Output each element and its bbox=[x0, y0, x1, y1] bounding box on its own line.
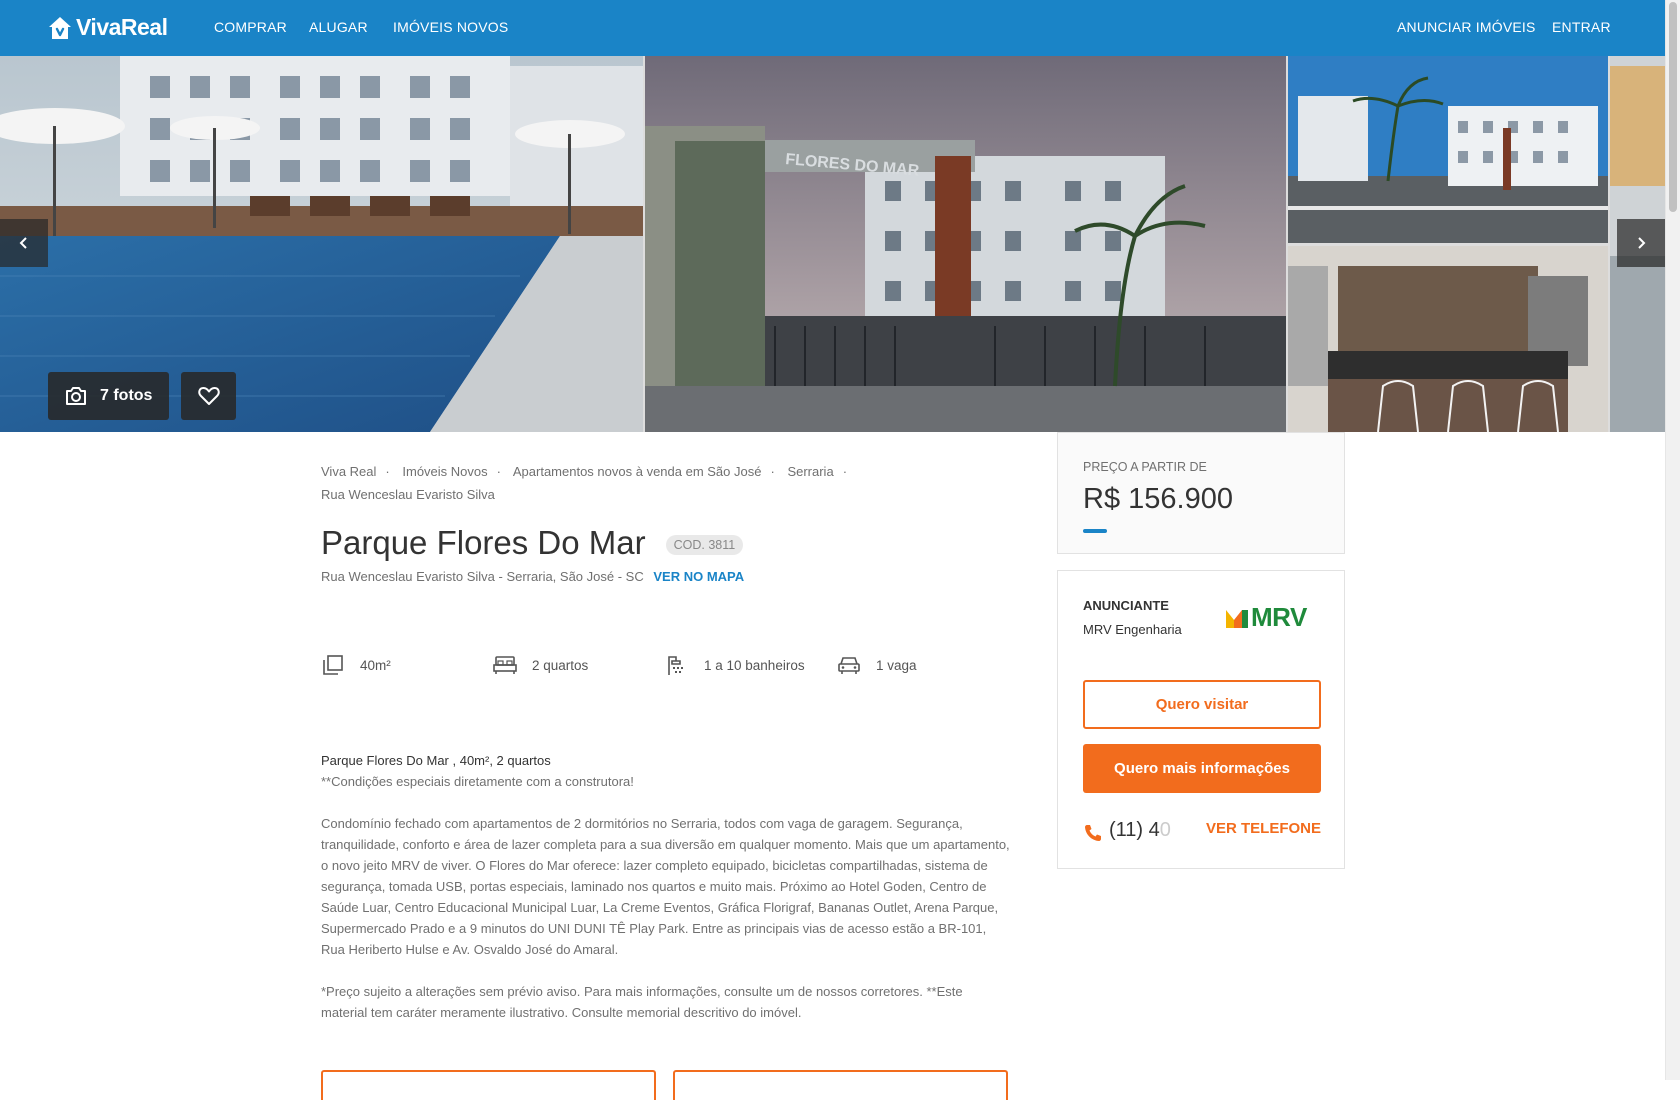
price-card: PREÇO A PARTIR DE R$ 156.900 bbox=[1057, 432, 1345, 554]
advertiser-label: ANUNCIANTE bbox=[1083, 598, 1169, 613]
listing-description: Parque Flores Do Mar , 40m², 2 quartos *… bbox=[321, 750, 1011, 1023]
camera-icon bbox=[65, 386, 87, 406]
scrollbar-thumb[interactable] bbox=[1669, 2, 1677, 212]
description-subline: **Condições especiais diretamente com a … bbox=[321, 774, 634, 789]
breadcrumb-item[interactable]: Serraria bbox=[787, 464, 833, 479]
house-logo-icon bbox=[49, 16, 71, 39]
phone-icon bbox=[1083, 823, 1103, 848]
vivareal-logo[interactable]: VivaReal bbox=[47, 14, 168, 41]
feature-area-label: 40m² bbox=[360, 657, 391, 673]
mrv-logo-text: MRV bbox=[1251, 602, 1307, 632]
phone-row: (11) 40 VER TELEFONE bbox=[1083, 818, 1321, 848]
gallery-photo-entrance[interactable]: FLORES DO MAR bbox=[645, 56, 1286, 432]
description-headline: Parque Flores Do Mar , 40m², 2 quartos bbox=[321, 753, 551, 768]
heart-icon bbox=[197, 387, 220, 405]
page-title: Parque Flores Do Mar bbox=[321, 524, 646, 561]
mrv-logo-mark-icon bbox=[1226, 609, 1248, 628]
listing-code-badge: COD. 3811 bbox=[665, 535, 744, 555]
price-value: R$ 156.900 bbox=[1083, 483, 1233, 515]
view-on-map-link[interactable]: VER NO MAPA bbox=[653, 569, 744, 584]
nav-imoveis-novos[interactable]: IMÓVEIS NOVOS bbox=[393, 19, 508, 35]
logo-text: VivaReal bbox=[76, 14, 168, 40]
top-navbar: VivaReal COMPRAR ALUGAR IMÓVEIS NOVOS AN… bbox=[0, 0, 1665, 56]
phone-number-faded: 0 bbox=[1159, 819, 1171, 841]
feature-area: 40m² bbox=[321, 653, 391, 677]
phone-number-visible: (11) 4 bbox=[1109, 819, 1160, 841]
area-icon bbox=[321, 653, 345, 677]
breadcrumb-item[interactable]: Rua Wenceslau Evaristo Silva bbox=[321, 487, 495, 502]
photo-gallery: FLORES DO MAR 7 fotos bbox=[0, 56, 1665, 432]
breadcrumb: Viva Real · Imóveis Novos · Apartamentos n… bbox=[321, 460, 881, 506]
breadcrumb-separator: · bbox=[496, 464, 501, 479]
see-phone-button[interactable]: VER TELEFONE bbox=[1206, 820, 1321, 837]
gallery-prev-button[interactable] bbox=[0, 219, 48, 267]
gallery-photo-facade[interactable] bbox=[1288, 56, 1608, 243]
breadcrumb-item[interactable]: Imóveis Novos bbox=[402, 464, 487, 479]
nav-anunciar-imoveis[interactable]: ANUNCIAR IMÓVEIS bbox=[1397, 19, 1536, 35]
schedule-visit-button[interactable]: Quero visitar bbox=[1083, 680, 1321, 729]
title-row: Parque Flores Do Mar COD. 3811 bbox=[321, 524, 744, 562]
bottom-action-button[interactable] bbox=[673, 1070, 1008, 1100]
price-accent-bar bbox=[1083, 529, 1107, 533]
mrv-logo: MRV bbox=[1226, 602, 1307, 633]
feature-bedrooms: 2 quartos bbox=[493, 653, 588, 677]
feature-bedrooms-label: 2 quartos bbox=[532, 657, 589, 673]
feature-parking-label: 1 vaga bbox=[876, 657, 917, 673]
nav-entrar[interactable]: ENTRAR bbox=[1552, 19, 1611, 35]
nav-comprar[interactable]: COMPRAR bbox=[214, 19, 287, 35]
favorite-button[interactable] bbox=[181, 372, 236, 420]
page-scrollbar[interactable] bbox=[1665, 0, 1680, 1080]
view-photos-button[interactable]: 7 fotos bbox=[48, 372, 169, 420]
description-disclaimer: *Preço sujeito a alterações sem prévio a… bbox=[321, 984, 963, 1020]
gallery-photo-kitchen[interactable] bbox=[1288, 246, 1608, 432]
car-icon bbox=[837, 653, 861, 677]
chevron-right-icon bbox=[1638, 237, 1646, 249]
features-list: 40m² 2 quartos 1 a 10 banheiros 1 vaga bbox=[321, 653, 961, 677]
request-info-button[interactable]: Quero mais informações bbox=[1083, 744, 1321, 793]
shower-icon bbox=[665, 653, 689, 677]
feature-bathrooms: 1 a 10 banheiros bbox=[665, 653, 805, 677]
advertiser-name: MRV Engenharia bbox=[1083, 622, 1182, 637]
photos-count-label: 7 fotos bbox=[100, 387, 153, 404]
breadcrumb-item[interactable]: Apartamentos novos à venda em São José bbox=[513, 464, 762, 479]
price-label: PREÇO A PARTIR DE bbox=[1083, 460, 1207, 474]
breadcrumb-separator: · bbox=[385, 464, 390, 479]
gallery-next-button[interactable] bbox=[1617, 219, 1665, 267]
feature-parking: 1 vaga bbox=[837, 653, 917, 677]
nav-alugar[interactable]: ALUGAR bbox=[309, 19, 368, 35]
phone-number-partial: (11) 40 bbox=[1109, 819, 1171, 842]
bottom-action-button[interactable] bbox=[321, 1070, 656, 1100]
listing-address: Rua Wenceslau Evaristo Silva - Serraria,… bbox=[321, 569, 744, 584]
address-text: Rua Wenceslau Evaristo Silva - Serraria,… bbox=[321, 569, 644, 584]
breadcrumb-separator: · bbox=[842, 464, 848, 479]
breadcrumb-separator: · bbox=[770, 464, 775, 479]
feature-bathrooms-label: 1 a 10 banheiros bbox=[704, 657, 805, 673]
description-body: Condomínio fechado com apartamentos de 2… bbox=[321, 816, 1010, 957]
contact-card: ANUNCIANTE MRV Engenharia MRV Quero visi… bbox=[1057, 570, 1345, 869]
breadcrumb-item[interactable]: Viva Real bbox=[321, 464, 376, 479]
chevron-left-icon bbox=[19, 237, 27, 249]
bed-icon bbox=[493, 653, 517, 677]
